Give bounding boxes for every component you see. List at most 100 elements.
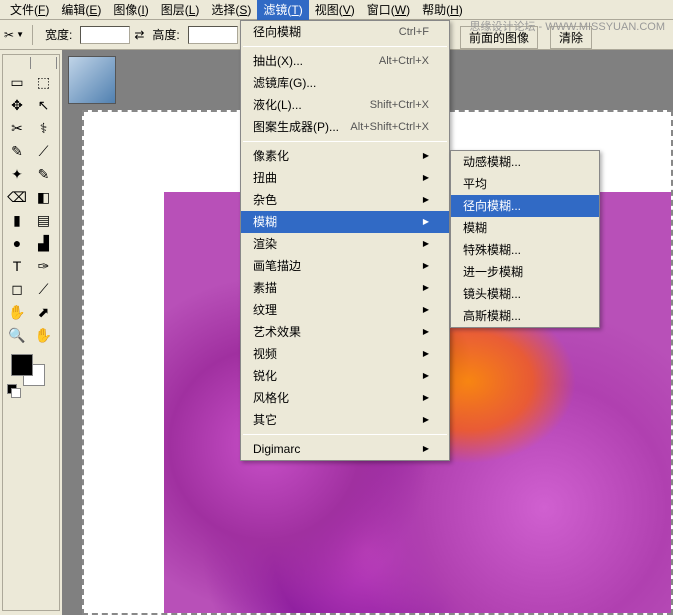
menu-item-label: 进一步模糊 xyxy=(463,264,523,280)
tool-17[interactable]: ✑ xyxy=(32,255,56,277)
menu-item-风格化[interactable]: 风格化 xyxy=(241,387,449,409)
tool-19[interactable]: ⟋ xyxy=(32,278,56,300)
menu-item-液化(L)...[interactable]: 液化(L)... Shift+Ctrl+X xyxy=(241,94,449,116)
blur-submenu: 动感模糊... 平均径向模糊... 模糊特殊模糊... 进一步模糊镜头模糊... 高斯模… xyxy=(450,150,600,328)
swap-icon[interactable]: ⇄ xyxy=(134,28,144,42)
menu-滤镜[interactable]: 滤镜(T) xyxy=(257,0,308,20)
menu-item-label: 滤镜库(G)... xyxy=(253,75,316,91)
menu-item-锐化[interactable]: 锐化 xyxy=(241,365,449,387)
menubar: 文件(F)编辑(E)图像(I)图层(L)选择(S)滤镜(T)视图(V)窗口(W)… xyxy=(0,0,673,20)
tool-6[interactable]: ✎ xyxy=(5,140,29,162)
tool-1[interactable]: ⬚ xyxy=(32,71,56,93)
menu-item-视频[interactable]: 视频 xyxy=(241,343,449,365)
tool-18[interactable]: ◻ xyxy=(5,278,29,300)
menu-item-label: 视频 xyxy=(253,346,277,362)
menu-窗口[interactable]: 窗口(W) xyxy=(361,0,416,20)
tool-15[interactable]: ▟ xyxy=(32,232,56,254)
menu-separator xyxy=(243,141,447,142)
submenu-item-模糊[interactable]: 模糊 xyxy=(451,217,599,239)
tool-20[interactable]: ✋ xyxy=(5,301,29,323)
submenu-item-特殊模糊...[interactable]: 特殊模糊... xyxy=(451,239,599,261)
tool-11[interactable]: ◧ xyxy=(32,186,56,208)
menu-文件[interactable]: 文件(F) xyxy=(4,0,55,20)
tool-4[interactable]: ✂ xyxy=(5,117,29,139)
tool-21[interactable]: ⬈ xyxy=(32,301,56,323)
menu-图像[interactable]: 图像(I) xyxy=(107,0,154,20)
tool-5[interactable]: ⚕ xyxy=(32,117,56,139)
menu-item-径向模糊[interactable]: 径向模糊Ctrl+F xyxy=(241,21,449,43)
default-colors-icon[interactable] xyxy=(7,384,21,394)
menu-shortcut: Alt+Shift+Ctrl+X xyxy=(350,119,429,135)
menu-item-纹理[interactable]: 纹理 xyxy=(241,299,449,321)
menu-item-label: 模糊 xyxy=(463,220,487,236)
tool-9[interactable]: ✎ xyxy=(32,163,56,185)
menu-item-扭曲[interactable]: 扭曲 xyxy=(241,167,449,189)
submenu-item-径向模糊...[interactable]: 径向模糊... xyxy=(451,195,599,217)
menu-视图[interactable]: 视图(V) xyxy=(309,0,361,20)
menu-item-label: 其它 xyxy=(253,412,277,428)
menu-shortcut: Shift+Ctrl+X xyxy=(370,97,429,113)
menu-item-其它[interactable]: 其它 xyxy=(241,409,449,431)
menu-item-label: 画笔描边 xyxy=(253,258,301,274)
tool-10[interactable]: ⌫ xyxy=(5,186,29,208)
submenu-item-镜头模糊...[interactable]: 镜头模糊... xyxy=(451,283,599,305)
menu-item-label: 素描 xyxy=(253,280,277,296)
menu-item-label: 纹理 xyxy=(253,302,277,318)
menu-item-画笔描边[interactable]: 画笔描边 xyxy=(241,255,449,277)
watermark: 思缘设计论坛 - WWW.MISSYUAN.COM xyxy=(469,18,665,34)
menu-item-图案生成器(P)...[interactable]: 图案生成器(P)...Alt+Shift+Ctrl+X xyxy=(241,116,449,138)
menu-item-杂色[interactable]: 杂色 xyxy=(241,189,449,211)
tool-grid: ▭⬚✥↖✂⚕✎⟋✦✎⌫◧▮▤●▟T✑◻⟋✋⬈🔍✋ xyxy=(5,71,57,346)
tool-14[interactable]: ● xyxy=(5,232,29,254)
tool-23[interactable]: ✋ xyxy=(32,324,56,346)
color-swatches xyxy=(5,354,57,394)
menu-item-label: 液化(L)... xyxy=(253,97,302,113)
submenu-item-动感模糊...[interactable]: 动感模糊... xyxy=(451,151,599,173)
menu-item-滤镜库(G)...[interactable]: 滤镜库(G)... xyxy=(241,72,449,94)
menu-item-艺术效果[interactable]: 艺术效果 xyxy=(241,321,449,343)
tool-22[interactable]: 🔍 xyxy=(5,324,29,346)
tool-0[interactable]: ▭ xyxy=(5,71,29,93)
menu-item-素描[interactable]: 素描 xyxy=(241,277,449,299)
tool-8[interactable]: ✦ xyxy=(5,163,29,185)
menu-separator xyxy=(243,434,447,435)
menu-选择[interactable]: 选择(S) xyxy=(205,0,257,20)
menu-item-label: 艺术效果 xyxy=(253,324,301,340)
submenu-item-进一步模糊[interactable]: 进一步模糊 xyxy=(451,261,599,283)
menu-item-渲染[interactable]: 渲染 xyxy=(241,233,449,255)
crop-tool-icon[interactable]: ✂▼ xyxy=(4,25,24,45)
tool-12[interactable]: ▮ xyxy=(5,209,29,231)
submenu-item-高斯模糊...[interactable]: 高斯模糊... xyxy=(451,305,599,327)
document-thumbnail[interactable] xyxy=(68,56,116,104)
menu-item-label: 抽出(X)... xyxy=(253,53,303,69)
menu-帮助[interactable]: 帮助(H) xyxy=(416,0,469,20)
foreground-color[interactable] xyxy=(11,354,33,376)
menu-item-label: 镜头模糊... xyxy=(463,286,521,302)
tool-2[interactable]: ✥ xyxy=(5,94,29,116)
menu-item-label: 平均 xyxy=(463,176,487,192)
menu-item-像素化[interactable]: 像素化 xyxy=(241,145,449,167)
menu-item-Digimarc[interactable]: Digimarc xyxy=(241,438,449,460)
menu-编辑[interactable]: 编辑(E) xyxy=(55,0,107,20)
menu-图层[interactable]: 图层(L) xyxy=(155,0,206,20)
menu-item-label: 特殊模糊... xyxy=(463,242,521,258)
menu-item-label: 渲染 xyxy=(253,236,277,252)
width-input[interactable] xyxy=(80,26,130,44)
menu-item-label: 杂色 xyxy=(253,192,277,208)
tool-13[interactable]: ▤ xyxy=(32,209,56,231)
menu-item-模糊[interactable]: 模糊 xyxy=(241,211,449,233)
submenu-item-平均[interactable]: 平均 xyxy=(451,173,599,195)
menu-item-label: 模糊 xyxy=(253,214,277,230)
menu-item-label: Digimarc xyxy=(253,441,300,457)
tool-3[interactable]: ↖ xyxy=(32,94,56,116)
menu-shortcut: Ctrl+F xyxy=(399,24,429,40)
menu-item-label: 动感模糊... xyxy=(463,154,521,170)
height-input[interactable] xyxy=(188,26,238,44)
tool-7[interactable]: ⟋ xyxy=(32,140,56,162)
width-label: 宽度: xyxy=(45,26,72,43)
menu-item-抽出(X)...[interactable]: 抽出(X)...Alt+Ctrl+X xyxy=(241,50,449,72)
menu-item-label: 扭曲 xyxy=(253,170,277,186)
menu-item-label: 像素化 xyxy=(253,148,289,164)
tool-16[interactable]: T xyxy=(5,255,29,277)
toolbox: ▭⬚✥↖✂⚕✎⟋✦✎⌫◧▮▤●▟T✑◻⟋✋⬈🔍✋ xyxy=(2,54,60,611)
